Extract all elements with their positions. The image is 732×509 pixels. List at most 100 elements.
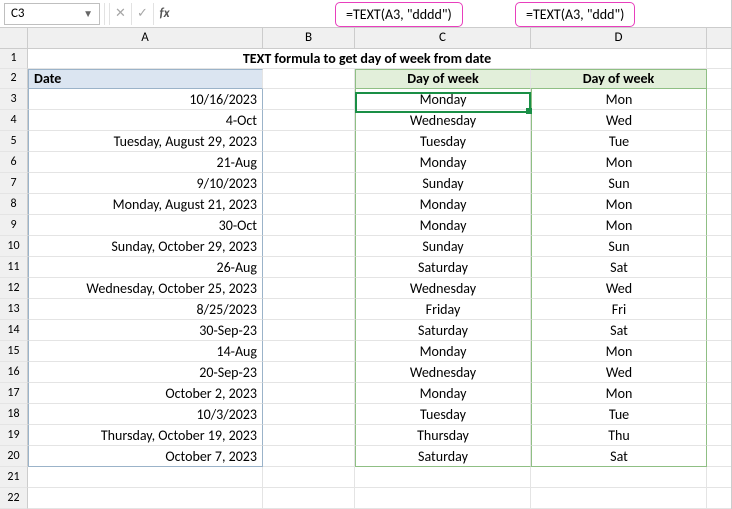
cell[interactable] — [355, 467, 531, 488]
cell[interactable] — [263, 278, 355, 299]
cell-dow-short[interactable]: Thu — [531, 425, 707, 446]
row-header[interactable]: 15 — [0, 341, 28, 362]
cell-dow-full[interactable]: Monday — [355, 89, 531, 110]
cell-date[interactable]: 30-Sep-23 — [28, 320, 263, 341]
cell-date[interactable]: 21-Aug — [28, 152, 263, 173]
row-header[interactable]: 5 — [0, 131, 28, 152]
row-header[interactable]: 17 — [0, 383, 28, 404]
cell-dow-short[interactable]: Fri — [531, 299, 707, 320]
row-header[interactable]: 19 — [0, 425, 28, 446]
row-header[interactable]: 10 — [0, 236, 28, 257]
chevron-down-icon[interactable]: ▼ — [83, 7, 93, 20]
row-header[interactable]: 6 — [0, 152, 28, 173]
cell[interactable] — [263, 69, 355, 89]
cell[interactable] — [531, 488, 707, 509]
header-date[interactable]: Date — [28, 69, 263, 89]
cell-dow-full[interactable]: Tuesday — [355, 131, 531, 152]
cell[interactable] — [707, 278, 731, 299]
row-header[interactable]: 3 — [0, 89, 28, 110]
row-header[interactable]: 9 — [0, 215, 28, 236]
row-header[interactable]: 4 — [0, 110, 28, 131]
cell-date[interactable]: October 2, 2023 — [28, 383, 263, 404]
cell[interactable] — [707, 110, 731, 131]
row-header[interactable]: 21 — [0, 467, 28, 488]
fx-icon[interactable]: fx — [153, 3, 175, 25]
cell-dow-full[interactable]: Monday — [355, 215, 531, 236]
cell-date[interactable]: October 7, 2023 — [28, 446, 263, 467]
cell[interactable] — [707, 488, 731, 509]
cell-dow-short[interactable]: Sat — [531, 446, 707, 467]
cell[interactable] — [263, 362, 355, 383]
cell-date[interactable]: 9/10/2023 — [28, 173, 263, 194]
cell-date[interactable]: 20-Sep-23 — [28, 362, 263, 383]
cell-date[interactable]: 8/25/2023 — [28, 299, 263, 320]
cell[interactable] — [263, 383, 355, 404]
cell[interactable] — [707, 362, 731, 383]
cell-dow-full[interactable]: Wednesday — [355, 278, 531, 299]
cell[interactable] — [263, 446, 355, 467]
cell-dow-full[interactable]: Thursday — [355, 425, 531, 446]
name-box[interactable]: C3 ▼ — [4, 3, 100, 25]
cell[interactable] — [707, 383, 731, 404]
cancel-formula-icon[interactable]: ✕ — [109, 3, 131, 25]
cell[interactable] — [707, 425, 731, 446]
cell-date[interactable]: 30-Oct — [28, 215, 263, 236]
cell-dow-short[interactable]: Sun — [531, 236, 707, 257]
cell-date[interactable]: Wednesday, October 25, 2023 — [28, 278, 263, 299]
cell-date[interactable]: Monday, August 21, 2023 — [28, 194, 263, 215]
cell-dow-full[interactable]: Monday — [355, 152, 531, 173]
cell[interactable] — [707, 89, 731, 110]
cell-dow-full[interactable]: Friday — [355, 299, 531, 320]
cell-date[interactable]: Tuesday, August 29, 2023 — [28, 131, 263, 152]
cell[interactable] — [263, 236, 355, 257]
cell[interactable] — [355, 488, 531, 509]
cell-dow-full[interactable]: Saturday — [355, 257, 531, 278]
cell-date[interactable]: 4-Oct — [28, 110, 263, 131]
cell[interactable] — [707, 152, 731, 173]
cell[interactable] — [707, 299, 731, 320]
cell[interactable] — [263, 152, 355, 173]
cell-dow-short[interactable]: Mon — [531, 383, 707, 404]
row-header[interactable]: 7 — [0, 173, 28, 194]
row-header[interactable]: 14 — [0, 320, 28, 341]
row-header[interactable]: 18 — [0, 404, 28, 425]
cell[interactable] — [531, 467, 707, 488]
cell[interactable] — [28, 467, 263, 488]
cell-date[interactable]: 10/3/2023 — [28, 404, 263, 425]
cell-dow-short[interactable]: Sat — [531, 320, 707, 341]
cell[interactable] — [263, 194, 355, 215]
row-header[interactable]: 11 — [0, 257, 28, 278]
cell[interactable] — [263, 425, 355, 446]
accept-formula-icon[interactable]: ✓ — [131, 3, 153, 25]
cell[interactable] — [707, 341, 731, 362]
cell-dow-short[interactable]: Wed — [531, 362, 707, 383]
cell-dow-short[interactable]: Tue — [531, 131, 707, 152]
cell[interactable] — [707, 131, 731, 152]
cell[interactable] — [707, 467, 731, 488]
cell-dow-full[interactable]: Monday — [355, 383, 531, 404]
grid[interactable]: 1 2 345678910111213141516171819202122 A … — [0, 28, 731, 509]
row-header[interactable]: 2 — [0, 69, 28, 89]
cell[interactable] — [707, 49, 731, 69]
cell-dow-full[interactable]: Wednesday — [355, 362, 531, 383]
cell-date[interactable]: 26-Aug — [28, 257, 263, 278]
cell[interactable] — [263, 467, 355, 488]
cell[interactable] — [263, 215, 355, 236]
cell-dow-short[interactable]: Tue — [531, 404, 707, 425]
cell-dow-short[interactable]: Mon — [531, 215, 707, 236]
cell-dow-short[interactable]: Wed — [531, 278, 707, 299]
cell-date[interactable]: 10/16/2023 — [28, 89, 263, 110]
col-header-A[interactable]: A — [28, 28, 263, 49]
cell-dow-full[interactable]: Monday — [355, 194, 531, 215]
cell-date[interactable]: Sunday, October 29, 2023 — [28, 236, 263, 257]
cell-dow-short[interactable]: Mon — [531, 194, 707, 215]
cell[interactable] — [263, 299, 355, 320]
cell[interactable] — [263, 173, 355, 194]
cell-dow-short[interactable]: Mon — [531, 89, 707, 110]
row-header[interactable]: 12 — [0, 278, 28, 299]
col-header-C[interactable]: C — [355, 28, 531, 49]
cell[interactable] — [263, 257, 355, 278]
col-header-D[interactable]: D — [531, 28, 707, 49]
cell[interactable] — [707, 173, 731, 194]
cell[interactable] — [263, 89, 355, 110]
